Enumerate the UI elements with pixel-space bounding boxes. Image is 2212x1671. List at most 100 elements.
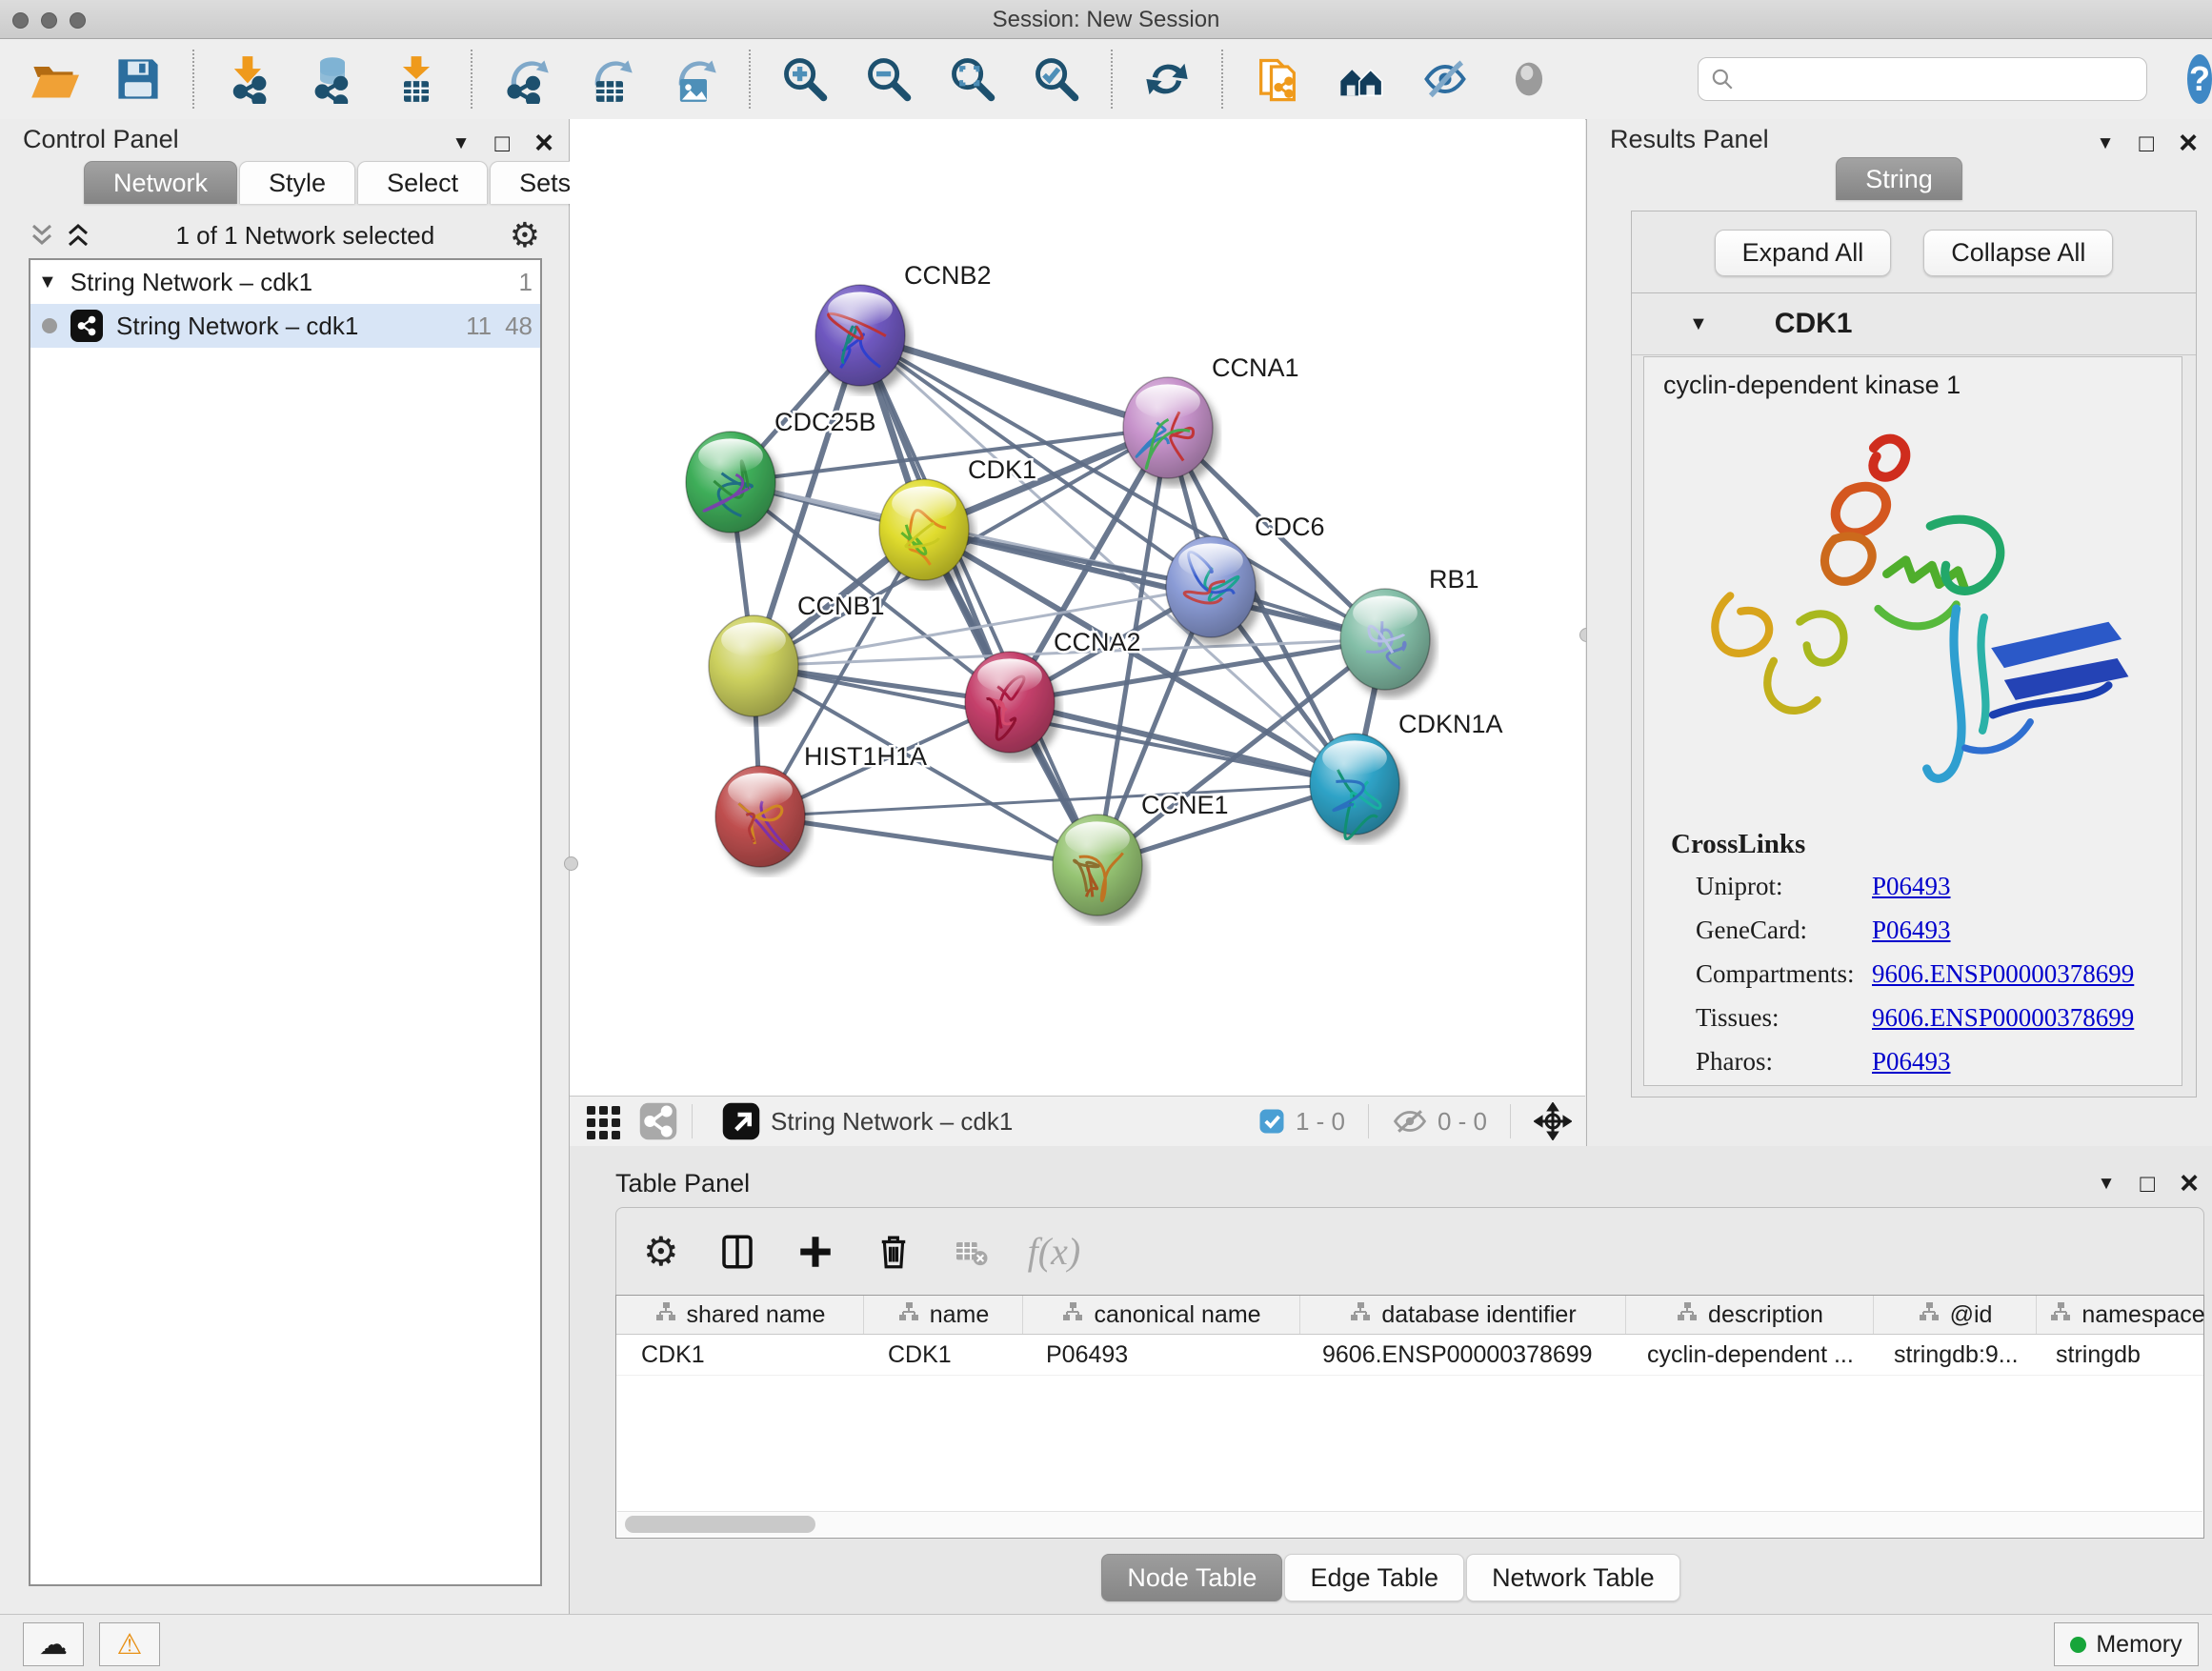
panel-close-icon[interactable]: × xyxy=(2179,127,2198,159)
tab-network[interactable]: Network xyxy=(84,161,237,204)
open-icon[interactable] xyxy=(29,53,80,105)
collapse-all-button[interactable]: Collapse All xyxy=(1923,230,2113,276)
edge-HIST1H1A-CCNE1[interactable] xyxy=(760,816,1097,865)
node-CCNB1[interactable]: CCNB1 xyxy=(709,592,885,716)
table-cell[interactable]: 9606.ENSP00000378699 xyxy=(1297,1335,1622,1375)
table-horizontal-scrollbar[interactable] xyxy=(617,1511,2202,1537)
save-icon[interactable] xyxy=(112,53,164,105)
zoom-in-icon[interactable] xyxy=(779,53,831,105)
table-cell[interactable]: P06493 xyxy=(1021,1335,1297,1375)
tree-expander-icon[interactable]: ▼ xyxy=(38,272,57,293)
gear-icon[interactable]: ⚙ xyxy=(643,1228,679,1275)
hide-selected-icon[interactable] xyxy=(1419,53,1471,105)
tab-style[interactable]: Style xyxy=(239,161,355,204)
column-header-namespace[interactable]: namespace xyxy=(2037,1296,2212,1334)
table-cell[interactable]: CDK1 xyxy=(616,1335,863,1375)
column-header-name[interactable]: name xyxy=(864,1296,1023,1334)
column-header-description[interactable]: description xyxy=(1626,1296,1874,1334)
add-icon[interactable] xyxy=(795,1232,835,1272)
column-header-canonical-name[interactable]: canonical name xyxy=(1023,1296,1300,1334)
table-row[interactable]: CDK1CDK1P064939606.ENSP00000378699cyclin… xyxy=(616,1335,2203,1376)
zoom-selected-icon[interactable] xyxy=(1031,53,1082,105)
search-input[interactable] xyxy=(1742,65,2146,93)
node-label-CCNB2: CCNB2 xyxy=(904,261,992,290)
scrollbar-thumb[interactable] xyxy=(625,1516,815,1533)
panel-close-icon[interactable]: × xyxy=(2180,1167,2199,1199)
import-table-icon[interactable] xyxy=(391,53,442,105)
grid-view-icon[interactable] xyxy=(585,1102,623,1140)
expand-all-button[interactable]: Expand All xyxy=(1715,230,1892,276)
node-RB1[interactable]: RB1 xyxy=(1340,565,1479,690)
selected-nodes-checkbox-icon[interactable] xyxy=(1257,1107,1286,1136)
columns-icon[interactable] xyxy=(717,1232,757,1272)
node-CDC25B[interactable]: CDC25B xyxy=(686,408,876,533)
expand-all-networks-icon[interactable] xyxy=(65,221,91,250)
export-table-icon[interactable] xyxy=(585,53,636,105)
crosslink-link[interactable]: 9606.ENSP00000378699 xyxy=(1872,959,2134,988)
network-view[interactable]: CCNB2CCNA1CDC25BCDK1CDC6RB1CCNB1CCNA2CDK… xyxy=(570,119,1585,1146)
node-CCNA1[interactable]: CCNA1 xyxy=(1123,353,1299,478)
refresh-icon[interactable] xyxy=(1141,53,1193,105)
tab-node-table[interactable]: Node Table xyxy=(1101,1554,1282,1601)
share-document-icon[interactable] xyxy=(1252,53,1303,105)
gene-expander-icon[interactable]: ▼ xyxy=(1689,313,1708,335)
node-HIST1H1A[interactable]: HIST1H1A xyxy=(715,742,927,867)
network-node-count: 11 xyxy=(466,312,492,341)
search-box[interactable] xyxy=(1698,57,2147,101)
tab-network-table[interactable]: Network Table xyxy=(1466,1554,1680,1601)
network-graph[interactable]: CCNB2CCNA1CDC25BCDK1CDC6RB1CCNB1CCNA2CDK… xyxy=(570,119,1585,1097)
export-network-icon[interactable] xyxy=(501,53,553,105)
delete-table-icon[interactable] xyxy=(952,1233,990,1271)
node-CDKN1A[interactable]: CDKN1A xyxy=(1310,710,1503,839)
trash-icon[interactable] xyxy=(874,1232,914,1272)
panel-float-icon[interactable]: □ xyxy=(2139,131,2154,155)
network-options-gear-icon[interactable]: ⚙ xyxy=(510,215,540,255)
tab-select[interactable]: Select xyxy=(357,161,488,204)
crosslink-link[interactable]: 9606.ENSP00000378699 xyxy=(1872,1003,2134,1032)
home-pages-icon[interactable] xyxy=(1336,53,1387,105)
show-all-icon[interactable] xyxy=(1503,53,1555,105)
panel-collapse-icon[interactable]: ▼ xyxy=(2098,1175,2116,1193)
left-splitter-handle[interactable] xyxy=(564,856,578,871)
column-header-@id[interactable]: @id xyxy=(1874,1296,2037,1334)
table-cell[interactable]: stringdb xyxy=(2031,1335,2212,1375)
crosslink-link[interactable]: P06493 xyxy=(1872,916,1951,944)
memory-button[interactable]: Memory xyxy=(2054,1622,2199,1666)
fx-icon[interactable]: f(x) xyxy=(1028,1229,1081,1274)
import-network-icon[interactable] xyxy=(223,53,274,105)
panel-collapse-icon[interactable]: ▼ xyxy=(452,134,471,152)
column-header-database-identifier[interactable]: database identifier xyxy=(1300,1296,1626,1334)
table-cell[interactable]: cyclin-dependent ... xyxy=(1622,1335,1869,1375)
help-icon[interactable]: ? xyxy=(2187,54,2212,104)
cloud-status-button[interactable]: ☁ xyxy=(23,1622,84,1666)
edge-CCNB2-CCNA1[interactable] xyxy=(860,335,1168,428)
tab-string[interactable]: String xyxy=(1836,157,1962,200)
import-database-icon[interactable] xyxy=(307,53,358,105)
table-cell[interactable]: CDK1 xyxy=(863,1335,1021,1375)
table-cell[interactable]: stringdb:9... xyxy=(1869,1335,2031,1375)
pan-crosshair-icon[interactable] xyxy=(1534,1102,1572,1140)
edge-CCNB2-CCNE1[interactable] xyxy=(860,335,1097,865)
panel-float-icon[interactable]: □ xyxy=(494,131,510,155)
export-image-icon[interactable] xyxy=(669,53,720,105)
string-style-icon[interactable] xyxy=(638,1101,678,1141)
cloud-icon: ☁ xyxy=(39,1628,68,1661)
panel-collapse-icon[interactable]: ▼ xyxy=(2097,134,2115,152)
warning-icon: ⚠ xyxy=(117,1628,143,1661)
node-CCNA2[interactable]: CCNA2 xyxy=(965,628,1141,753)
panel-float-icon[interactable]: □ xyxy=(2140,1171,2155,1196)
zoom-fit-icon[interactable] xyxy=(947,53,998,105)
crosslink-link[interactable]: P06493 xyxy=(1872,872,1951,900)
network-row[interactable]: String Network – cdk1 11 48 xyxy=(30,304,540,348)
network-collection-row[interactable]: ▼ String Network – cdk1 1 xyxy=(30,260,540,304)
zoom-out-icon[interactable] xyxy=(863,53,915,105)
warnings-button[interactable]: ⚠ xyxy=(99,1622,160,1666)
gene-name: CDK1 xyxy=(1775,308,1853,340)
panel-close-icon[interactable]: × xyxy=(534,127,553,159)
tab-edge-table[interactable]: Edge Table xyxy=(1284,1554,1464,1601)
node-CCNE1[interactable]: CCNE1 xyxy=(1053,791,1229,916)
birdseye-view-icon[interactable] xyxy=(721,1101,761,1141)
collapse-all-networks-icon[interactable] xyxy=(29,221,55,250)
crosslink-link[interactable]: P06493 xyxy=(1872,1047,1951,1076)
column-header-shared-name[interactable]: shared name xyxy=(616,1296,864,1334)
